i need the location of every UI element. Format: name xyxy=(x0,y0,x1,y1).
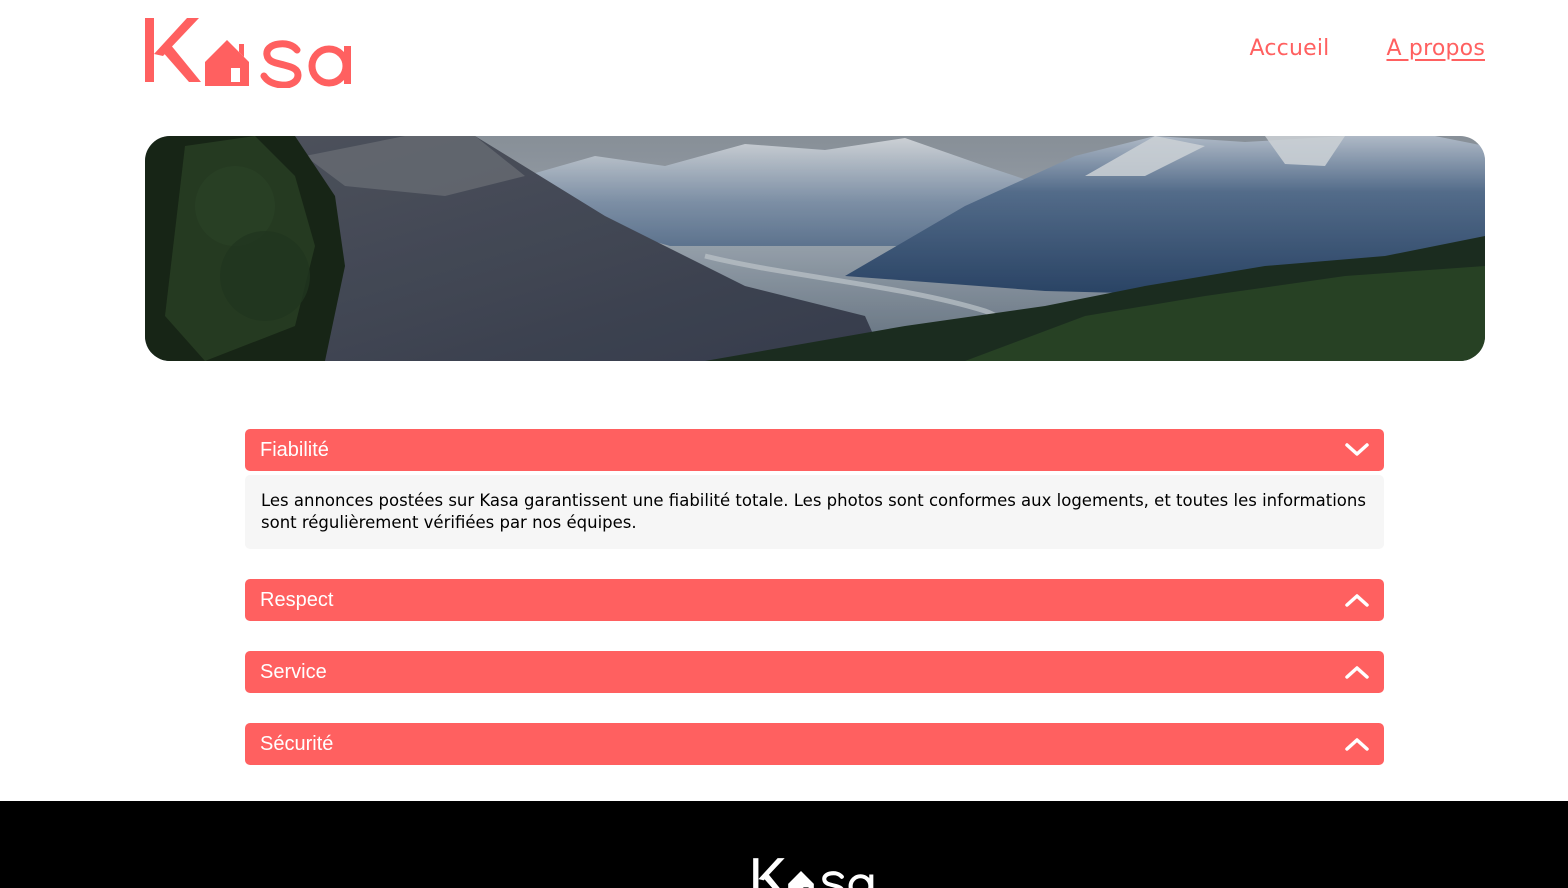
collapse-header-respect[interactable]: Respect xyxy=(245,579,1384,621)
collapse-body-fiabilite: Les annonces postées sur Kasa garantisse… xyxy=(245,475,1384,549)
footer-kasa-logo xyxy=(753,858,874,888)
nav-link-a-propos[interactable]: A propos xyxy=(1386,36,1485,61)
main-nav: Accueil A propos xyxy=(1250,36,1486,61)
banner-image xyxy=(145,136,1485,361)
collapse-service: Service xyxy=(245,651,1384,693)
kasa-logo[interactable] xyxy=(145,16,357,88)
collapse-securite: Sécurité xyxy=(245,723,1384,765)
collapse-respect: Respect xyxy=(245,579,1384,621)
collapse-title: Fiabilité xyxy=(260,438,329,461)
chevron-up-icon[interactable] xyxy=(1344,660,1370,684)
collapse-header-service[interactable]: Service xyxy=(245,651,1384,693)
collapse-title: Sécurité xyxy=(260,732,334,755)
nav-link-accueil[interactable]: Accueil xyxy=(1250,36,1330,61)
collapse-header-securite[interactable]: Sécurité xyxy=(245,723,1384,765)
page: Accueil A propos Fiabilité Les annonces … xyxy=(0,0,1568,888)
header: Accueil A propos xyxy=(145,16,1485,88)
chevron-up-icon[interactable] xyxy=(1344,732,1370,756)
kasa-logo-mark xyxy=(145,18,351,88)
collapse-title: Service xyxy=(260,660,327,683)
chevron-down-icon[interactable] xyxy=(1344,438,1370,462)
mountain-landscape-image xyxy=(145,136,1485,361)
chevron-up-icon[interactable] xyxy=(1344,588,1370,612)
collapse-title: Respect xyxy=(260,588,334,611)
footer xyxy=(0,801,1568,888)
collapse-header-fiabilite[interactable]: Fiabilité xyxy=(245,429,1384,471)
collapse-fiabilite: Fiabilité Les annonces postées sur Kasa … xyxy=(245,429,1384,549)
collapse-list: Fiabilité Les annonces postées sur Kasa … xyxy=(245,429,1384,795)
